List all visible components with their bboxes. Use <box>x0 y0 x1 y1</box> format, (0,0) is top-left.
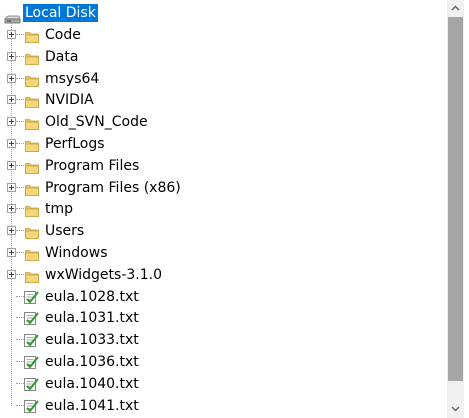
tree-folder-label: Windows <box>45 245 108 261</box>
drive-icon <box>4 9 21 24</box>
folder-icon <box>25 246 39 261</box>
tree-root-label: Local Disk <box>23 4 98 22</box>
folder-icon <box>25 159 39 174</box>
folder-icon <box>25 72 39 87</box>
text-file-icon <box>23 398 39 414</box>
tree-file-label: eula.1041.txt <box>45 397 139 414</box>
scroll-up-button[interactable] <box>447 0 464 17</box>
tree-folder-label: Code <box>45 27 81 43</box>
tree-branch-line <box>16 55 24 57</box>
tree-folder-item[interactable]: Code <box>0 24 447 46</box>
tree-branch-line <box>16 186 24 188</box>
tree-file-label: eula.1033.txt <box>45 332 139 349</box>
tree-folder-label: tmp <box>45 201 74 218</box>
tree-branch-line <box>16 164 24 166</box>
tree-folder-item[interactable]: Program Files <box>0 155 447 177</box>
folder-icon <box>25 93 39 109</box>
tree-folder-label: Old_SVN_Code <box>45 114 148 131</box>
tree-folder-item[interactable]: Users <box>0 220 447 242</box>
tree-folder-label: Users <box>45 223 85 240</box>
expand-plus-icon[interactable] <box>7 269 16 279</box>
expand-plus-icon[interactable] <box>7 226 16 236</box>
expand-plus-icon[interactable] <box>7 117 16 127</box>
tree-branch-line <box>16 252 24 253</box>
tree-folder-label: NVIDIA <box>45 92 94 109</box>
tree-folder-item[interactable]: Data <box>0 46 447 68</box>
tree-file-label: eula.1040.txt <box>45 375 139 392</box>
tree-file-item[interactable]: eula.1033.txt <box>0 329 447 351</box>
tree-folder-label: Data <box>45 48 79 65</box>
expand-plus-icon[interactable] <box>7 139 16 148</box>
tree-folder-item[interactable]: msys64 <box>0 68 447 90</box>
panel-edge <box>464 0 469 418</box>
tree-file-item[interactable]: eula.1036.txt <box>0 351 447 373</box>
folder-icon <box>25 50 39 65</box>
tree-folder-label: PerfLogs <box>45 136 105 152</box>
tree-file-item[interactable]: eula.1028.txt <box>0 286 447 308</box>
tree-folder-item[interactable]: Program Files (x86) <box>0 177 447 199</box>
tree-folder-item[interactable]: Old_SVN_Code <box>0 111 447 133</box>
expand-plus-icon[interactable] <box>7 51 16 61</box>
tree-branch-line <box>16 208 24 210</box>
folder-icon <box>25 224 39 240</box>
expand-plus-icon[interactable] <box>7 160 16 170</box>
scroll-down-button[interactable] <box>447 401 464 418</box>
text-file-icon <box>23 354 39 370</box>
tree-branch-line <box>16 143 24 144</box>
folder-icon <box>25 137 39 152</box>
tree-file-item[interactable]: eula.1031.txt <box>0 307 447 329</box>
tree-folder-item[interactable]: tmp <box>0 198 447 220</box>
tree-file-item[interactable]: eula.1040.txt <box>0 373 447 395</box>
tree-folder-item[interactable]: Windows <box>0 242 447 264</box>
tree-branch-line <box>16 230 24 232</box>
tree-folder-label: wxWidgets-3.1.0 <box>45 266 163 283</box>
text-file-icon <box>23 332 39 348</box>
folder-icon <box>25 202 39 218</box>
tree-branch-line <box>16 273 24 275</box>
expand-plus-icon[interactable] <box>7 95 16 105</box>
tree-branch-line <box>16 99 24 101</box>
tree-branch-line <box>16 77 24 79</box>
tree-folder-label: msys64 <box>45 70 100 87</box>
expand-plus-icon[interactable] <box>7 204 16 214</box>
folder-icon <box>25 268 39 283</box>
text-file-icon <box>23 376 39 392</box>
scroll-thumb[interactable] <box>448 17 463 381</box>
tree-file-label: eula.1028.txt <box>45 288 139 305</box>
tree-branch-line <box>16 34 24 35</box>
tree-root-item[interactable]: Local Disk <box>0 2 447 24</box>
tree-file-label: eula.1036.txt <box>45 354 139 370</box>
arrow-down-icon <box>451 406 460 412</box>
text-file-icon <box>23 289 39 305</box>
expand-plus-icon[interactable] <box>7 248 16 257</box>
folder-icon <box>25 181 39 196</box>
tree-folder-item[interactable]: PerfLogs <box>0 133 447 155</box>
tree-file-item[interactable]: eula.1041.txt <box>0 395 447 417</box>
folder-icon <box>25 115 39 131</box>
vertical-scrollbar[interactable] <box>447 0 464 418</box>
expand-plus-icon[interactable] <box>7 73 16 83</box>
tree-folder-item[interactable]: wxWidgets-3.1.0 <box>0 264 447 286</box>
text-file-icon <box>23 310 39 326</box>
tree-folder-label: Program Files <box>45 157 140 174</box>
expand-plus-icon[interactable] <box>7 30 16 39</box>
tree-file-label: eula.1031.txt <box>45 310 139 327</box>
tree-branch-line <box>16 121 24 123</box>
tree-folder-item[interactable]: NVIDIA <box>0 89 447 111</box>
tree-folder-label: Program Files (x86) <box>45 179 181 196</box>
directory-tree: Local Disk Code Data msys64 NVIDIA Old_SVN_C… <box>0 0 447 418</box>
arrow-up-icon <box>451 5 460 11</box>
directory-tree-panel: Local Disk Code Data msys64 NVIDIA Old_SVN_C… <box>0 0 469 418</box>
expand-plus-icon[interactable] <box>7 182 16 192</box>
folder-icon <box>25 28 39 43</box>
